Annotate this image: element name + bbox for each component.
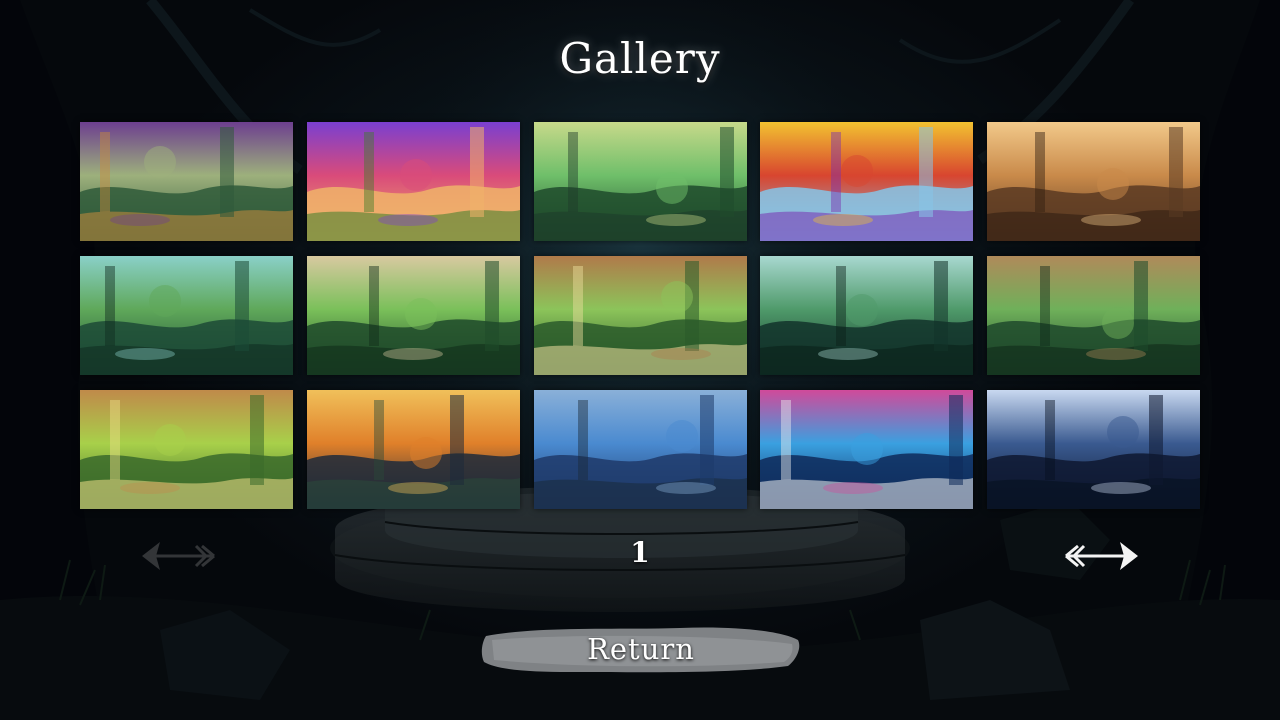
thumbnail-rabbit-under-tree[interactable] [533,256,747,375]
arrow-left-icon [142,542,215,570]
thumbnail-image [306,122,520,241]
thumbnail-image [533,256,747,375]
thumbnail-image [306,256,520,375]
page-number: 1 [630,536,650,569]
thumbnail-cottage-kitchen[interactable] [987,122,1200,241]
return-button[interactable]: Return [480,622,802,676]
thumbnail-forest-stream-path[interactable] [533,122,747,241]
thumbnail-image [533,122,747,241]
thumbnail-image [987,390,1200,509]
thumbnail-woman-in-lake[interactable] [533,390,747,509]
return-label: Return [587,632,695,666]
thumbnail-image [80,122,293,241]
thumbnail-image [987,256,1200,375]
thumbnail-grid [80,122,1200,509]
next-page-button[interactable] [1062,534,1142,578]
thumbnail-lake-animals-light[interactable] [760,390,974,509]
thumbnail-woman-in-flowers[interactable] [760,122,974,241]
thumbnail-sunset-swamp[interactable] [306,390,520,509]
thumbnail-old-tree-scroll[interactable] [306,256,520,375]
gallery-screen: Gallery 1 Return [0,0,1280,720]
thumbnail-image [80,256,293,375]
thumbnail-moonlit-forest[interactable] [987,390,1200,509]
thumbnail-image [533,390,747,509]
thumbnail-image [760,122,974,241]
thumbnail-image [306,390,520,509]
thumbnail-tree-spirit-face[interactable] [987,256,1200,375]
thumbnail-forest-cottage[interactable] [80,122,293,241]
thumbnail-image [760,256,974,375]
thumbnail-dark-forest-river[interactable] [760,256,974,375]
thumbnail-mossy-creek[interactable] [80,256,293,375]
thumbnail-image [987,122,1200,241]
arrow-right-icon [1065,542,1138,570]
thumbnail-flower-meadow-hummingbird[interactable] [306,122,520,241]
previous-page-button[interactable] [138,534,218,578]
thumbnail-image [760,390,974,509]
thumbnail-image [80,390,293,509]
thumbnail-tree-spirits-smiling[interactable] [80,390,293,509]
gallery-title: Gallery [559,34,721,83]
